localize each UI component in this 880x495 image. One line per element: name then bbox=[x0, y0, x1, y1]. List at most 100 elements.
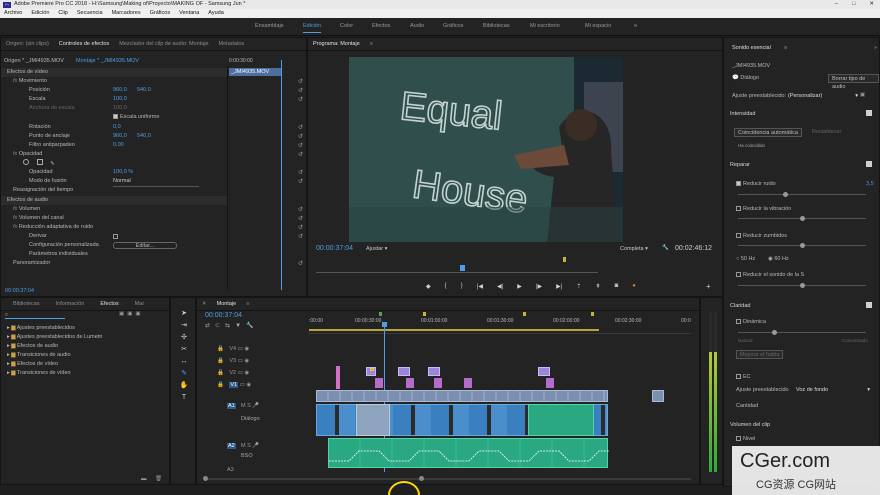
hz60-option[interactable]: ◉ 60 Hz bbox=[768, 256, 789, 262]
track-header-v1[interactable]: 🔒 V1 ▭ ◉ bbox=[217, 381, 251, 390]
panel-menu-icon[interactable]: ≡ bbox=[370, 41, 373, 47]
program-scrub-bar[interactable] bbox=[316, 272, 598, 273]
tab-effect-controls[interactable]: Controles de efectos bbox=[59, 41, 109, 47]
volume-row[interactable]: fx Volumen bbox=[1, 205, 227, 214]
opacity-row[interactable]: fx Opacidad bbox=[1, 150, 227, 159]
maximize-icon[interactable]: □ bbox=[852, 0, 855, 9]
scale-value[interactable]: 100,0 bbox=[113, 95, 127, 104]
position-x-value[interactable]: 960,0 bbox=[113, 86, 127, 95]
step-back-icon[interactable]: ◀| bbox=[497, 283, 503, 290]
timeline-ruler[interactable]: :00:00 00:00:30:00 00:01:00:00 00:01:30:… bbox=[309, 310, 691, 334]
clip-name-label[interactable]: Montaje * _JMI4935.MOV bbox=[76, 58, 139, 64]
track-select-tool-icon[interactable]: ⇥ bbox=[179, 320, 189, 332]
dynamics-slider[interactable] bbox=[738, 330, 866, 335]
volume-keyframes[interactable] bbox=[329, 439, 609, 469]
play-icon[interactable]: ▶ bbox=[517, 283, 522, 290]
slip-tool-icon[interactable]: ↔ bbox=[179, 356, 189, 368]
track-header-v3[interactable]: 🔒 V3 ▭ ◉ bbox=[217, 357, 249, 366]
timeline-clip[interactable] bbox=[356, 404, 390, 436]
restore-button[interactable]: Restablecer bbox=[812, 129, 841, 135]
export-frame-icon[interactable]: ◙ bbox=[615, 283, 619, 290]
delete-icon[interactable]: 🗑 bbox=[155, 476, 162, 482]
dynamics-checkbox[interactable] bbox=[736, 319, 741, 325]
v1-video-clips[interactable] bbox=[316, 390, 608, 402]
workspace-efectos[interactable]: Efectos bbox=[372, 23, 390, 29]
hz50-option[interactable]: ○ 50 Hz bbox=[736, 256, 755, 262]
track-header-a3[interactable]: A3 bbox=[227, 467, 234, 473]
timeline-clip[interactable] bbox=[336, 366, 340, 389]
a2-music-clip[interactable] bbox=[328, 438, 609, 469]
effects-filter-icons[interactable]: ▣▣▣ bbox=[119, 311, 144, 317]
tab-sequence[interactable]: Montaje bbox=[217, 301, 237, 307]
eq-row[interactable]: EC bbox=[736, 374, 751, 380]
list-item[interactable]: ▸ ▆ Transiciones de audio bbox=[1, 351, 71, 360]
essential-sound-title[interactable]: Sonido esencial bbox=[732, 45, 771, 51]
tab-source[interactable]: Origen: (sin clips) bbox=[6, 41, 49, 47]
reset-icon[interactable]: ↺ bbox=[298, 206, 303, 213]
workspace-color[interactable]: Color bbox=[340, 23, 353, 29]
channel-volume-row[interactable]: fx Volumen del canal bbox=[1, 214, 227, 223]
close-icon[interactable]: ✕ bbox=[869, 0, 874, 9]
list-item[interactable]: ▸ ▆ Ajustes preestablecidos bbox=[1, 324, 75, 333]
params-row[interactable]: Parámetros individuales bbox=[1, 250, 227, 259]
menu-secuencia[interactable]: Secuencia bbox=[77, 9, 103, 18]
new-folder-icon[interactable]: ▬ bbox=[141, 476, 147, 482]
time-remap-row[interactable]: Reasignación del tiempo bbox=[1, 186, 227, 195]
reset-icon[interactable]: ↺ bbox=[298, 96, 303, 103]
timeline-clip[interactable] bbox=[546, 378, 554, 388]
uniform-scale-checkbox[interactable] bbox=[113, 114, 118, 120]
reset-icon[interactable]: ↺ bbox=[298, 260, 303, 267]
menu-clip[interactable]: Clip bbox=[58, 9, 67, 18]
slider-knob[interactable] bbox=[800, 216, 805, 221]
auto-match-button[interactable]: Coincidencia automática bbox=[734, 128, 802, 137]
tab-metadata[interactable]: Metadatos bbox=[219, 41, 245, 47]
timeline-clip[interactable] bbox=[528, 404, 594, 436]
vr-icon[interactable]: ● bbox=[632, 283, 636, 290]
bypass-checkbox[interactable] bbox=[113, 234, 118, 239]
timeline-clip[interactable] bbox=[398, 367, 410, 376]
anchor-y-value[interactable]: 540,0 bbox=[137, 132, 151, 141]
more-panels-icon[interactable]: » bbox=[874, 45, 877, 51]
dehum-slider[interactable] bbox=[738, 243, 866, 248]
clip-path-label[interactable]: Origen * _JMI4935.MOV bbox=[4, 58, 64, 64]
save-preset-icon[interactable]: ▣ bbox=[860, 92, 865, 98]
tab-libraries[interactable]: Bibliotecas bbox=[13, 301, 40, 307]
menu-marcadores[interactable]: Marcadores bbox=[112, 9, 141, 18]
reduce-noise-slider[interactable] bbox=[738, 192, 866, 197]
minimize-icon[interactable]: – bbox=[835, 0, 838, 9]
denoise-row[interactable]: fx Reducción adaptativa de ruido bbox=[1, 223, 227, 232]
scroll-handle-left[interactable] bbox=[203, 476, 208, 481]
type-tool-icon[interactable]: T bbox=[179, 392, 189, 404]
workspace-mi-escritorio[interactable]: Mi escritorio bbox=[530, 23, 560, 29]
list-item[interactable]: ▸ ▆ Ajustes preestablecidos de Lumetri bbox=[1, 333, 102, 342]
lift-icon[interactable]: ⇡ bbox=[576, 283, 581, 290]
dynamics-row[interactable]: Dinámica bbox=[736, 319, 766, 325]
more-workspaces-icon[interactable]: » bbox=[634, 23, 637, 29]
workspace-ensamblaje[interactable]: Ensamblaje bbox=[255, 23, 284, 29]
reduce-rumble-checkbox[interactable] bbox=[736, 206, 741, 212]
menu-ayuda[interactable]: Ayuda bbox=[208, 9, 224, 18]
list-item[interactable]: ▸ ▆ Efectos de audio bbox=[1, 342, 58, 351]
ripple-edit-tool-icon[interactable]: ✣ bbox=[179, 332, 189, 344]
fit-select[interactable]: Ajustar ▾ bbox=[366, 246, 387, 252]
reduce-rumble-slider[interactable] bbox=[738, 216, 866, 221]
uniform-scale-row[interactable]: Escala uniforme bbox=[1, 113, 227, 122]
reduce-noise-value[interactable]: 3,5 bbox=[866, 181, 874, 187]
razor-tool-icon[interactable]: ✂ bbox=[179, 344, 189, 356]
rotation-value[interactable]: 0,0 bbox=[113, 123, 121, 132]
reset-icon[interactable]: ↺ bbox=[298, 178, 303, 185]
add-button-icon[interactable]: + bbox=[706, 282, 711, 291]
track-header-a1[interactable]: A1 bbox=[227, 403, 236, 409]
anchor-x-value[interactable]: 960,0 bbox=[113, 132, 127, 141]
marker-icon[interactable] bbox=[523, 312, 526, 316]
list-item[interactable]: ▸ ▆ Transiciones de vídeo bbox=[1, 369, 71, 378]
timeline-clip[interactable] bbox=[406, 378, 414, 388]
panel-menu-icon[interactable]: ≡ bbox=[246, 301, 249, 307]
a2-controls[interactable]: M S 🎤 bbox=[241, 443, 259, 449]
timeline-clip[interactable] bbox=[538, 367, 550, 376]
tab-info[interactable]: Información bbox=[56, 301, 85, 307]
work-area-bar[interactable] bbox=[309, 329, 599, 331]
workspace-audio[interactable]: Audio bbox=[410, 23, 424, 29]
clarity-checkbox[interactable] bbox=[866, 302, 872, 308]
reduce-s-row[interactable]: Reducir el sonido de la S bbox=[736, 272, 804, 278]
